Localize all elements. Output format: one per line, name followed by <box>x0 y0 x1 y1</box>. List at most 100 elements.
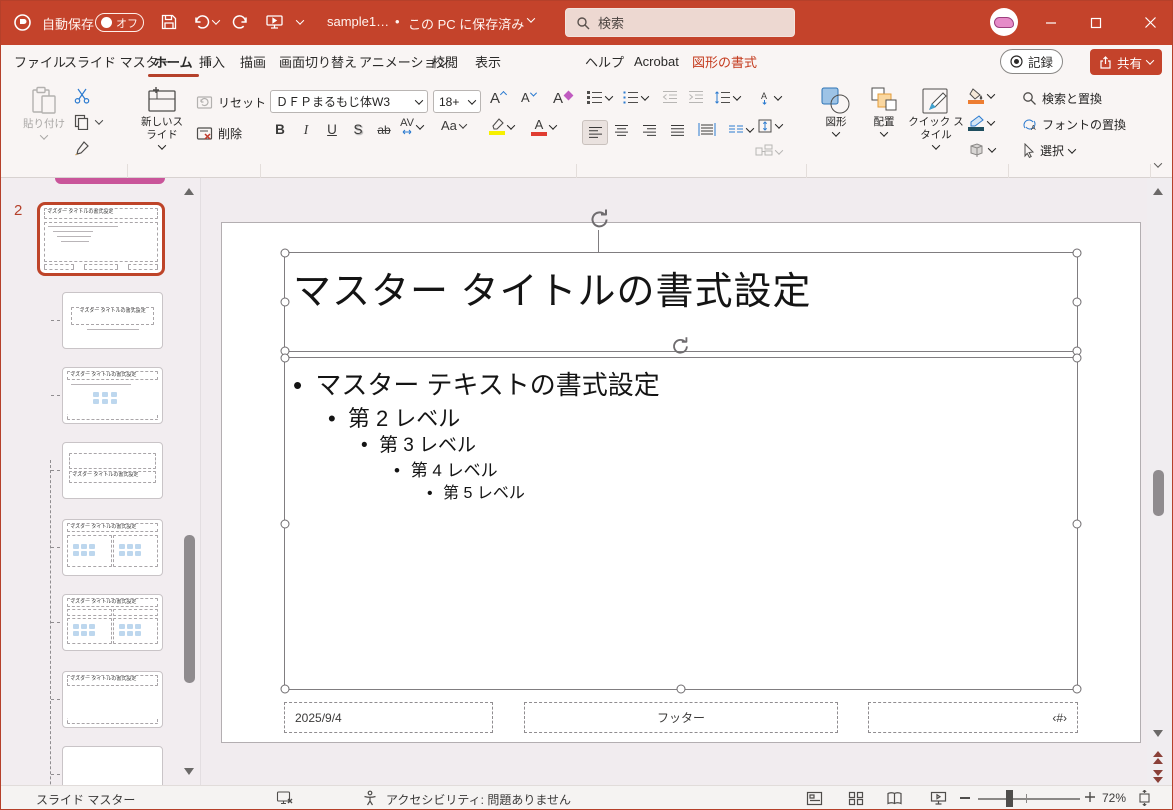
shapes-button[interactable]: 図形 <box>814 86 858 137</box>
bullet-level-3[interactable]: 第 3 レベル <box>361 430 476 457</box>
zoom-slider-thumb[interactable] <box>1006 790 1013 807</box>
start-slideshow-icon[interactable] <box>265 13 284 31</box>
strikethrough-button[interactable]: ab <box>372 118 396 141</box>
copy-button[interactable] <box>74 114 104 130</box>
shape-outline-button[interactable] <box>968 115 996 131</box>
thumbnail-section-header-layout[interactable]: マスター タイトルの書式設定 <box>62 442 163 499</box>
tab-view[interactable]: 表示 <box>473 45 503 78</box>
save-icon[interactable] <box>160 13 178 31</box>
distributed-button[interactable] <box>698 122 716 137</box>
new-slide-button[interactable]: 新しいスライド <box>136 86 188 151</box>
tab-review[interactable]: 校閲 <box>430 45 460 78</box>
display-settings-icon[interactable] <box>276 790 294 806</box>
format-painter-icon[interactable] <box>74 140 91 156</box>
zoom-slider-track[interactable] <box>978 798 1080 800</box>
grow-font-button[interactable]: A <box>490 90 508 107</box>
clear-formatting-button[interactable]: A <box>553 90 574 107</box>
tab-help[interactable]: ヘルプ <box>583 45 626 78</box>
highlight-color-button[interactable] <box>489 118 516 135</box>
find-replace-button[interactable]: 検索と置換 <box>1022 90 1102 107</box>
quick-styles-button[interactable]: クイック スタイル <box>908 86 964 151</box>
underline-button[interactable]: U <box>320 118 344 141</box>
panel-scrollbar-thumb[interactable] <box>184 535 195 683</box>
tab-draw[interactable]: 描画 <box>238 45 268 78</box>
zoom-percentage[interactable]: 72% <box>1102 791 1126 805</box>
tab-acrobat[interactable]: Acrobat <box>632 45 681 78</box>
document-title[interactable]: sample1… <box>327 14 389 29</box>
thumbnail-partial-previous[interactable] <box>55 178 165 184</box>
shrink-font-button[interactable]: A <box>521 89 537 105</box>
reset-button[interactable]: リセット <box>196 94 266 111</box>
text-shadow-button[interactable]: S <box>346 118 370 141</box>
italic-button[interactable]: I <box>294 118 318 141</box>
quick-access-chevron-icon[interactable] <box>295 16 305 25</box>
footer-placeholder[interactable]: フッター <box>524 702 838 733</box>
accessibility-icon[interactable] <box>362 790 378 806</box>
record-button[interactable]: 記録 <box>1000 49 1064 74</box>
tab-file[interactable]: ファイル <box>12 45 68 78</box>
decrease-indent-button[interactable] <box>662 90 678 104</box>
font-color-button[interactable]: A <box>531 118 558 136</box>
date-placeholder[interactable]: 2025/9/4 <box>284 702 493 733</box>
slide-title-text[interactable]: マスター タイトルの書式設定 <box>293 260 812 315</box>
slide-number-placeholder[interactable]: ‹#› <box>868 702 1078 733</box>
bullets-button[interactable] <box>586 90 614 105</box>
autosave-toggle[interactable]: オフ <box>95 13 144 32</box>
increase-indent-button[interactable] <box>688 90 704 104</box>
thumbnail-blank-layout[interactable] <box>62 746 163 785</box>
zoom-in-button[interactable] <box>1084 791 1096 803</box>
redo-button[interactable] <box>232 13 250 31</box>
bullet-level-2[interactable]: 第 2 レベル <box>328 401 460 433</box>
scroll-up-icon[interactable] <box>1153 188 1163 195</box>
align-center-button[interactable] <box>614 124 629 137</box>
normal-view-button[interactable] <box>806 791 823 806</box>
bullet-level-1[interactable]: マスター テキストの書式設定 <box>293 365 659 402</box>
arrange-button[interactable]: 配置 <box>862 86 906 137</box>
accessibility-status[interactable]: アクセシビリティ: 問題ありません <box>386 791 571 808</box>
text-direction-button[interactable]: A <box>757 90 783 106</box>
thumbnail-two-content-layout[interactable]: マスター タイトルの書式設定 <box>62 519 163 576</box>
search-box[interactable]: 検索 <box>565 8 795 37</box>
panel-scroll-down-icon[interactable] <box>184 768 194 775</box>
previous-slide-button[interactable] <box>1153 751 1163 764</box>
scroll-down-icon[interactable] <box>1153 730 1163 737</box>
title-chevron-icon[interactable] <box>526 14 536 23</box>
align-text-button[interactable] <box>757 118 784 134</box>
thumbnail-title-layout[interactable]: マスター タイトルの書式設定 <box>62 292 163 349</box>
replace-fonts-button[interactable]: A フォントの置換 <box>1022 116 1126 133</box>
rotate-handle-icon[interactable] <box>587 206 611 230</box>
avatar[interactable] <box>990 8 1018 36</box>
tab-shape-format[interactable]: 図形の書式 <box>690 45 759 78</box>
share-button[interactable]: 共有 <box>1090 49 1163 75</box>
font-name-combo[interactable]: ＤＦＰまるもじ体W3 <box>270 90 428 113</box>
paste-button[interactable]: 貼り付け <box>18 86 70 140</box>
reading-view-button[interactable] <box>886 791 903 806</box>
delete-slide-button[interactable]: 削除 <box>196 125 242 142</box>
select-button[interactable]: 選択 <box>1022 142 1077 159</box>
justify-button[interactable] <box>670 124 685 137</box>
bullet-level-4[interactable]: 第 4 レベル <box>394 456 498 481</box>
slideshow-view-button[interactable] <box>930 791 947 806</box>
bold-button[interactable]: B <box>268 118 292 141</box>
zoom-out-button[interactable] <box>960 797 970 799</box>
tab-transitions[interactable]: 画面切り替え <box>277 45 359 78</box>
align-right-button[interactable] <box>642 124 657 137</box>
thumbnail-title-only-layout[interactable]: マスター タイトルの書式設定 <box>62 671 163 728</box>
next-slide-button[interactable] <box>1153 770 1163 783</box>
change-case-button[interactable]: Aa <box>441 118 468 133</box>
scrollbar-thumb[interactable] <box>1153 470 1164 516</box>
numbering-button[interactable] <box>622 90 650 105</box>
shape-fill-button[interactable] <box>968 88 996 104</box>
save-status[interactable]: この PC に保存済み <box>408 14 524 33</box>
maximize-button[interactable] <box>1073 0 1118 45</box>
slide-sorter-view-button[interactable] <box>848 791 864 806</box>
undo-button[interactable] <box>192 13 221 31</box>
character-spacing-button[interactable]: AV <box>400 118 425 135</box>
thumbnail-content-layout[interactable]: マスター タイトルの書式設定 <box>62 367 163 424</box>
font-size-combo[interactable]: 18+ <box>433 90 481 113</box>
tab-home[interactable]: ホーム <box>148 45 199 78</box>
fit-to-window-button[interactable] <box>1136 790 1153 806</box>
shape-effects-button[interactable] <box>968 142 997 157</box>
minimize-button[interactable] <box>1028 0 1073 45</box>
tab-insert[interactable]: 挿入 <box>197 45 227 78</box>
